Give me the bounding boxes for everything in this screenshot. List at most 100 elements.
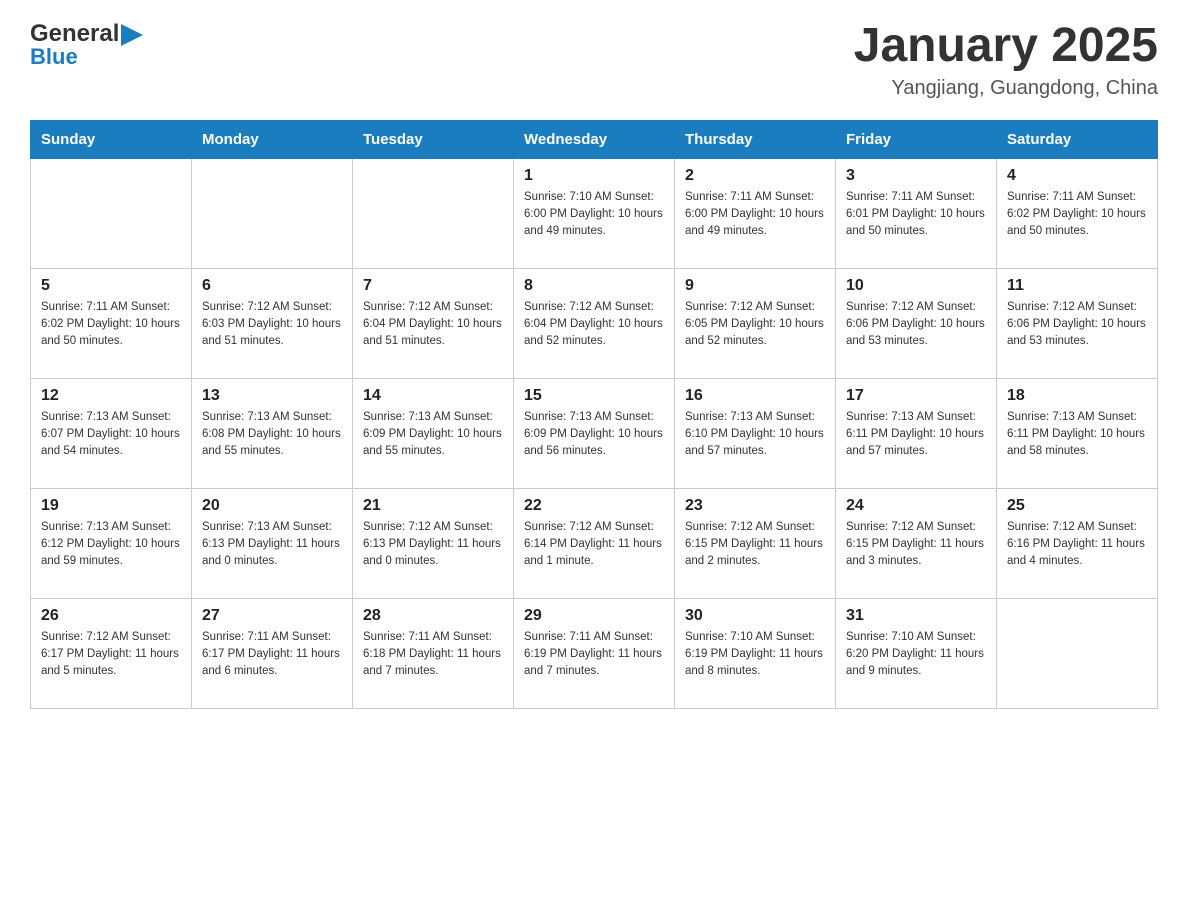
day-number: 12 [41, 387, 181, 405]
calendar-cell: 8 Sunrise: 7:12 AM Sunset: 6:04 PM Daylig… [514, 268, 675, 378]
calendar-cell: 29Sunrise: 7:11 AM Sunset: 6:19 PM Dayli… [514, 598, 675, 708]
calendar-cell [31, 158, 192, 268]
logo-combined: General Blue [30, 20, 143, 70]
day-number: 25 [1007, 497, 1147, 515]
day-info: Sunrise: 7:11 AM Sunset: 6:00 PM Dayligh… [685, 189, 825, 241]
day-info: Sunrise: 7:11 AM Sunset: 6:01 PM Dayligh… [846, 189, 986, 241]
day-info: Sunrise: 7:10 AM Sunset: 6:00 PM Dayligh… [524, 189, 664, 241]
day-number: 18 [1007, 387, 1147, 405]
calendar-cell: 31Sunrise: 7:10 AM Sunset: 6:20 PM Dayli… [836, 598, 997, 708]
day-info: Sunrise: 7:12 AM Sunset: 6:15 PM Dayligh… [846, 519, 986, 571]
day-info: Sunrise: 7:13 AM Sunset: 6:09 PM Dayligh… [524, 409, 664, 461]
day-number: 1 [524, 167, 664, 185]
location: Yangjiang, Guangdong, China [854, 77, 1158, 100]
calendar-cell: 12 Sunrise: 7:13 AM Sunset: 6:07 PM Dayli… [31, 378, 192, 488]
day-number: 28 [363, 607, 503, 625]
calendar-cell: 23Sunrise: 7:12 AM Sunset: 6:15 PM Dayli… [675, 488, 836, 598]
calendar-cell: 14 Sunrise: 7:13 AM Sunset: 6:09 PM Dayli… [353, 378, 514, 488]
day-number: 3 [846, 167, 986, 185]
calendar-cell [192, 158, 353, 268]
day-number: 5 [41, 277, 181, 295]
calendar-cell: 22Sunrise: 7:12 AM Sunset: 6:14 PM Dayli… [514, 488, 675, 598]
day-info: Sunrise: 7:12 AM Sunset: 6:17 PM Dayligh… [41, 629, 181, 681]
day-number: 27 [202, 607, 342, 625]
day-info: Sunrise: 7:12 AM Sunset: 6:15 PM Dayligh… [685, 519, 825, 571]
day-header-saturday: Saturday [997, 120, 1158, 158]
calendar-cell: 24Sunrise: 7:12 AM Sunset: 6:15 PM Dayli… [836, 488, 997, 598]
month-title: January 2025 [854, 20, 1158, 73]
logo-row2: Blue [30, 44, 78, 70]
calendar-header: SundayMondayTuesdayWednesdayThursdayFrid… [31, 120, 1158, 158]
day-number: 6 [202, 277, 342, 295]
calendar-cell [997, 598, 1158, 708]
calendar-week-2: 5 Sunrise: 7:11 AM Sunset: 6:02 PM Daylig… [31, 268, 1158, 378]
day-info: Sunrise: 7:13 AM Sunset: 6:10 PM Dayligh… [685, 409, 825, 461]
day-number: 8 [524, 277, 664, 295]
day-info: Sunrise: 7:13 AM Sunset: 6:07 PM Dayligh… [41, 409, 181, 461]
day-number: 9 [685, 277, 825, 295]
calendar-cell: 28 Sunrise: 7:11 AM Sunset: 6:18 PM Dayli… [353, 598, 514, 708]
day-header-friday: Friday [836, 120, 997, 158]
day-number: 13 [202, 387, 342, 405]
day-info: Sunrise: 7:12 AM Sunset: 6:04 PM Dayligh… [524, 299, 664, 351]
calendar-cell: 16 Sunrise: 7:13 AM Sunset: 6:10 PM Dayli… [675, 378, 836, 488]
day-number: 22 [524, 497, 664, 515]
day-number: 10 [846, 277, 986, 295]
calendar-week-5: 26 Sunrise: 7:12 AM Sunset: 6:17 PM Dayli… [31, 598, 1158, 708]
logo-arrow-icon [121, 24, 143, 46]
calendar-cell: 20Sunrise: 7:13 AM Sunset: 6:13 PM Dayli… [192, 488, 353, 598]
day-info: Sunrise: 7:12 AM Sunset: 6:13 PM Dayligh… [363, 519, 503, 571]
calendar-cell: 11Sunrise: 7:12 AM Sunset: 6:06 PM Dayli… [997, 268, 1158, 378]
day-number: 14 [363, 387, 503, 405]
calendar-cell: 6Sunrise: 7:12 AM Sunset: 6:03 PM Daylig… [192, 268, 353, 378]
calendar-cell: 30 Sunrise: 7:10 AM Sunset: 6:19 PM Dayli… [675, 598, 836, 708]
calendar-cell: 25 Sunrise: 7:12 AM Sunset: 6:16 PM Dayli… [997, 488, 1158, 598]
calendar-cell: 17 Sunrise: 7:13 AM Sunset: 6:11 PM Dayli… [836, 378, 997, 488]
day-number: 30 [685, 607, 825, 625]
day-number: 7 [363, 277, 503, 295]
day-info: Sunrise: 7:12 AM Sunset: 6:16 PM Dayligh… [1007, 519, 1147, 571]
day-number: 17 [846, 387, 986, 405]
day-info: Sunrise: 7:13 AM Sunset: 6:13 PM Dayligh… [202, 519, 342, 571]
calendar-cell: 13 Sunrise: 7:13 AM Sunset: 6:08 PM Dayli… [192, 378, 353, 488]
logo: General Blue [30, 20, 143, 70]
day-info: Sunrise: 7:10 AM Sunset: 6:19 PM Dayligh… [685, 629, 825, 681]
day-number: 19 [41, 497, 181, 515]
calendar-cell: 5 Sunrise: 7:11 AM Sunset: 6:02 PM Daylig… [31, 268, 192, 378]
day-info: Sunrise: 7:12 AM Sunset: 6:05 PM Dayligh… [685, 299, 825, 351]
day-info: Sunrise: 7:13 AM Sunset: 6:09 PM Dayligh… [363, 409, 503, 461]
day-number: 31 [846, 607, 986, 625]
day-info: Sunrise: 7:13 AM Sunset: 6:12 PM Dayligh… [41, 519, 181, 571]
day-info: Sunrise: 7:11 AM Sunset: 6:02 PM Dayligh… [41, 299, 181, 351]
logo-blue-text: Blue [30, 44, 78, 69]
calendar-body: 1 Sunrise: 7:10 AM Sunset: 6:00 PM Daylig… [31, 158, 1158, 708]
title-section: January 2025 Yangjiang, Guangdong, China [854, 20, 1158, 100]
day-info: Sunrise: 7:13 AM Sunset: 6:11 PM Dayligh… [1007, 409, 1147, 461]
page-header: General Blue January 2025 Yangjiang, Gua… [30, 20, 1158, 100]
day-info: Sunrise: 7:13 AM Sunset: 6:08 PM Dayligh… [202, 409, 342, 461]
day-info: Sunrise: 7:13 AM Sunset: 6:11 PM Dayligh… [846, 409, 986, 461]
day-info: Sunrise: 7:11 AM Sunset: 6:18 PM Dayligh… [363, 629, 503, 681]
day-header-thursday: Thursday [675, 120, 836, 158]
day-header-sunday: Sunday [31, 120, 192, 158]
calendar-cell: 15Sunrise: 7:13 AM Sunset: 6:09 PM Dayli… [514, 378, 675, 488]
day-number: 2 [685, 167, 825, 185]
calendar-cell: 7 Sunrise: 7:12 AM Sunset: 6:04 PM Daylig… [353, 268, 514, 378]
day-header-tuesday: Tuesday [353, 120, 514, 158]
calendar-cell: 1 Sunrise: 7:10 AM Sunset: 6:00 PM Daylig… [514, 158, 675, 268]
calendar-table: SundayMondayTuesdayWednesdayThursdayFrid… [30, 120, 1158, 709]
day-info: Sunrise: 7:11 AM Sunset: 6:19 PM Dayligh… [524, 629, 664, 681]
day-number: 16 [685, 387, 825, 405]
day-number: 26 [41, 607, 181, 625]
day-info: Sunrise: 7:12 AM Sunset: 6:04 PM Dayligh… [363, 299, 503, 351]
calendar-cell: 4 Sunrise: 7:11 AM Sunset: 6:02 PM Daylig… [997, 158, 1158, 268]
calendar-cell: 27Sunrise: 7:11 AM Sunset: 6:17 PM Dayli… [192, 598, 353, 708]
calendar-cell: 2 Sunrise: 7:11 AM Sunset: 6:00 PM Daylig… [675, 158, 836, 268]
day-number: 4 [1007, 167, 1147, 185]
calendar-cell: 9 Sunrise: 7:12 AM Sunset: 6:05 PM Daylig… [675, 268, 836, 378]
day-info: Sunrise: 7:12 AM Sunset: 6:06 PM Dayligh… [1007, 299, 1147, 351]
calendar-cell: 3 Sunrise: 7:11 AM Sunset: 6:01 PM Daylig… [836, 158, 997, 268]
calendar-cell: 21 Sunrise: 7:12 AM Sunset: 6:13 PM Dayli… [353, 488, 514, 598]
day-info: Sunrise: 7:11 AM Sunset: 6:02 PM Dayligh… [1007, 189, 1147, 241]
day-number: 21 [363, 497, 503, 515]
